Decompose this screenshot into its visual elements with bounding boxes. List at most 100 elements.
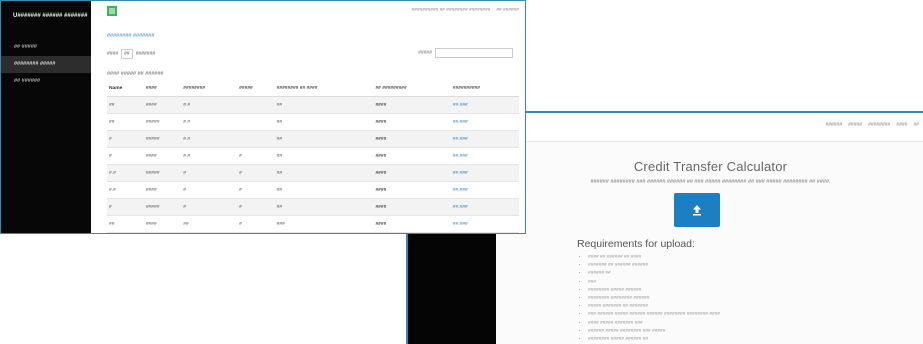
table-row[interactable]: # ##### #.# ## #### ##.### <box>107 130 519 148</box>
sidebar-item[interactable]: ## ##### <box>1 39 91 56</box>
table-row[interactable]: # #### #.# # ## #### ##.### <box>107 147 519 165</box>
show-label: #### <box>107 51 119 57</box>
cell: ##.### <box>450 181 519 199</box>
cell: #### <box>373 198 451 216</box>
cell: ##.### <box>450 96 519 114</box>
cell: #### <box>143 147 182 165</box>
cell: ##### <box>143 130 182 148</box>
cell: ##### <box>143 164 182 182</box>
cell: #### <box>143 215 182 233</box>
cell <box>237 130 275 148</box>
column-header[interactable]: #### <box>143 81 182 97</box>
cell: ##.### <box>450 215 519 233</box>
top-bar: ###### ##### ######## #### ## <box>496 113 923 142</box>
cell: ## <box>274 130 374 148</box>
cell: ### <box>274 215 374 233</box>
cell: #.# <box>181 113 238 131</box>
main-content: Credit Transfer Calculator ###### ######… <box>496 141 923 344</box>
table-caption: #### ##### ## ###### <box>107 71 164 77</box>
list-item: ### ###### ##### ###### ###### ######## … <box>588 311 720 319</box>
cell: #### <box>373 96 451 114</box>
cell: #### <box>373 215 451 233</box>
page-subtitle: ###### ######## ### ###### ###### ## ###… <box>590 179 831 185</box>
column-header[interactable]: ##### <box>237 81 275 97</box>
cell: #### <box>373 181 451 199</box>
cell: #### <box>373 130 451 148</box>
cell: ##.### <box>450 198 519 216</box>
cell: # <box>107 147 144 165</box>
cell: ##.### <box>450 164 519 182</box>
main-content: ######## ####### #### ## ####### ##### #… <box>91 21 525 233</box>
cell: ## <box>181 215 238 233</box>
table-row[interactable]: ##.# ##### ## # ## #### ##.### <box>107 232 519 233</box>
cell: #.# <box>107 181 144 199</box>
brand-logo[interactable]: U####### ###### ####### <box>13 13 87 19</box>
table-row[interactable]: #.# ##### # # ## #### ##.### <box>107 164 519 182</box>
column-header[interactable]: ########## <box>450 81 519 97</box>
cell: ##.### <box>450 147 519 165</box>
cell: ##.# <box>107 232 144 233</box>
list-item: ##### ####### ## ####### <box>588 303 720 311</box>
search-input[interactable] <box>435 48 513 58</box>
sidebar-menu: ## ##### ######## ##### ## ###### <box>1 39 91 90</box>
page-length-select[interactable]: ## <box>121 49 133 59</box>
nav-link[interactable]: #### <box>896 122 907 128</box>
sidebar-item-active[interactable]: ######## ##### <box>1 56 91 73</box>
cell: # <box>237 164 275 182</box>
cell: # <box>107 130 144 148</box>
top-nav: ###### ##### ######## #### ## <box>825 122 919 128</box>
column-header[interactable]: ######## <box>181 81 238 97</box>
cell: ## <box>107 113 144 131</box>
sidebar: U####### ###### ####### ## ##### #######… <box>1 1 91 233</box>
cell: # <box>181 181 238 199</box>
cell: #### <box>373 232 451 233</box>
table-row[interactable]: # ##### # # ## #### ##.### <box>107 198 519 216</box>
cell: ##### <box>143 232 182 233</box>
cell: # <box>181 164 238 182</box>
cell: #### <box>143 181 182 199</box>
requirements-heading: Requirements for upload: <box>577 238 695 250</box>
cell: ## <box>274 232 374 233</box>
cell: ##.### <box>450 113 519 131</box>
nav-link[interactable]: ##### <box>848 122 862 128</box>
table-row[interactable]: #.# #### # # ## #### ##.### <box>107 181 519 199</box>
nav-link[interactable]: ## <box>913 122 919 128</box>
cell: ##### <box>143 198 182 216</box>
search-label: ##### <box>418 50 432 56</box>
table-row[interactable]: ## #### ## # ### #### ##.### <box>107 215 519 233</box>
table-row[interactable]: ## ##### #.# ## #### ##.### <box>107 113 519 131</box>
user-link[interactable]: ########## ## ######## ######## <box>412 8 491 13</box>
cell: #### <box>373 164 451 182</box>
menu-toggle-button[interactable] <box>107 6 117 16</box>
logout-link[interactable]: ## ###### <box>496 8 519 13</box>
menu-icon <box>109 8 115 14</box>
column-header[interactable]: ## ######### <box>373 81 451 97</box>
cell: ## <box>274 96 374 114</box>
upload-button[interactable] <box>674 193 720 227</box>
entries-label: ####### <box>135 51 156 57</box>
cell: #### <box>143 96 182 114</box>
column-header[interactable]: ######## ## #### <box>274 81 374 97</box>
cell: ## <box>107 215 144 233</box>
page-title: Credit Transfer Calculator <box>633 159 788 174</box>
requirements-list: #### ## ###### ## #### ####### ## ######… <box>581 254 720 344</box>
nav-link[interactable]: ######## <box>868 122 890 128</box>
table-row[interactable]: ## #### #.# ## #### ##.### <box>107 96 519 114</box>
list-item: ### <box>588 279 720 287</box>
top-bar: ########## ## ######## ######## ## #####… <box>91 1 525 21</box>
cell: #.# <box>107 164 144 182</box>
list-item: ###### ##### ######## ### ##### <box>588 328 720 336</box>
column-header[interactable]: Name <box>107 81 144 97</box>
list-item: ######## ##### ###### <box>588 287 720 295</box>
nav-link[interactable]: ###### <box>825 122 842 128</box>
cell: ## <box>181 232 238 233</box>
cell: # <box>237 181 275 199</box>
breadcrumb[interactable]: ######## ####### <box>107 33 154 39</box>
list-item: ####### ## ###### ###### <box>588 262 720 270</box>
cell: # <box>237 232 275 233</box>
list-item: ###### ## <box>588 270 720 278</box>
sidebar-item[interactable]: ## ###### <box>1 73 91 90</box>
page-length-control: #### ## ####### <box>107 49 155 59</box>
cell: #.# <box>181 147 238 165</box>
cell: ## <box>274 164 374 182</box>
